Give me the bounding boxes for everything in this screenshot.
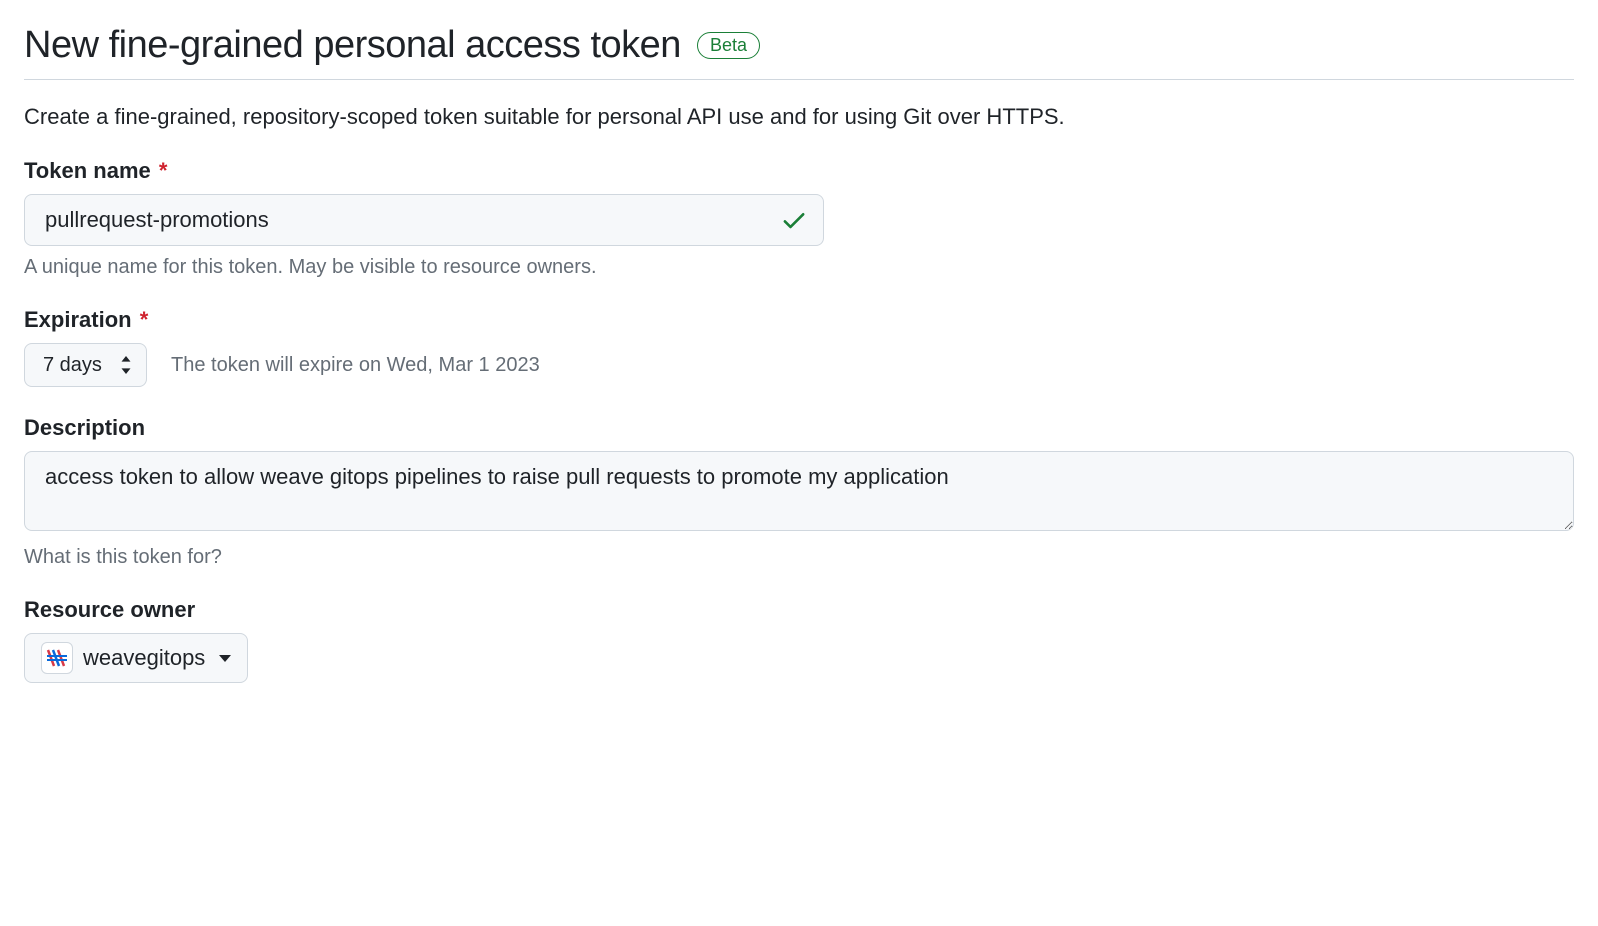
resource-owner-label: Resource owner [24,597,1574,623]
description-group: Description What is this token for? [24,415,1574,569]
owner-avatar-icon [41,642,73,674]
weavegitops-logo-icon [45,646,69,670]
expiration-row: 7 days The token will expire on Wed, Mar… [24,343,1574,387]
description-label: Description [24,415,1574,441]
page-title: New fine-grained personal access token [24,24,681,67]
resource-owner-name: weavegitops [83,645,205,671]
token-name-input[interactable] [24,194,824,246]
beta-badge: Beta [697,32,760,59]
token-name-group: Token name * A unique name for this toke… [24,158,1574,279]
resource-owner-group: Resource owner weavegitops [24,597,1574,683]
expiration-label: Expiration * [24,307,1574,333]
intro-text: Create a fine-grained, repository-scoped… [24,104,1574,130]
token-name-help: A unique name for this token. May be vis… [24,256,1574,279]
token-name-input-wrapper [24,194,824,246]
expiration-label-text: Expiration [24,307,132,332]
description-textarea[interactable] [24,451,1574,531]
expiration-select[interactable]: 7 days [24,343,147,387]
token-name-label-text: Token name [24,158,151,183]
check-icon [780,206,808,234]
expiration-note: The token will expire on Wed, Mar 1 2023 [171,354,540,377]
expiration-select-wrapper: 7 days [24,343,147,387]
caret-down-icon [219,655,231,662]
resource-owner-button[interactable]: weavegitops [24,633,248,683]
token-name-label: Token name * [24,158,1574,184]
required-asterisk-icon: * [140,307,149,332]
expiration-group: Expiration * 7 days The token will expir… [24,307,1574,387]
required-asterisk-icon: * [159,158,168,183]
page-header: New fine-grained personal access token B… [24,24,1574,80]
description-help: What is this token for? [24,546,1574,569]
